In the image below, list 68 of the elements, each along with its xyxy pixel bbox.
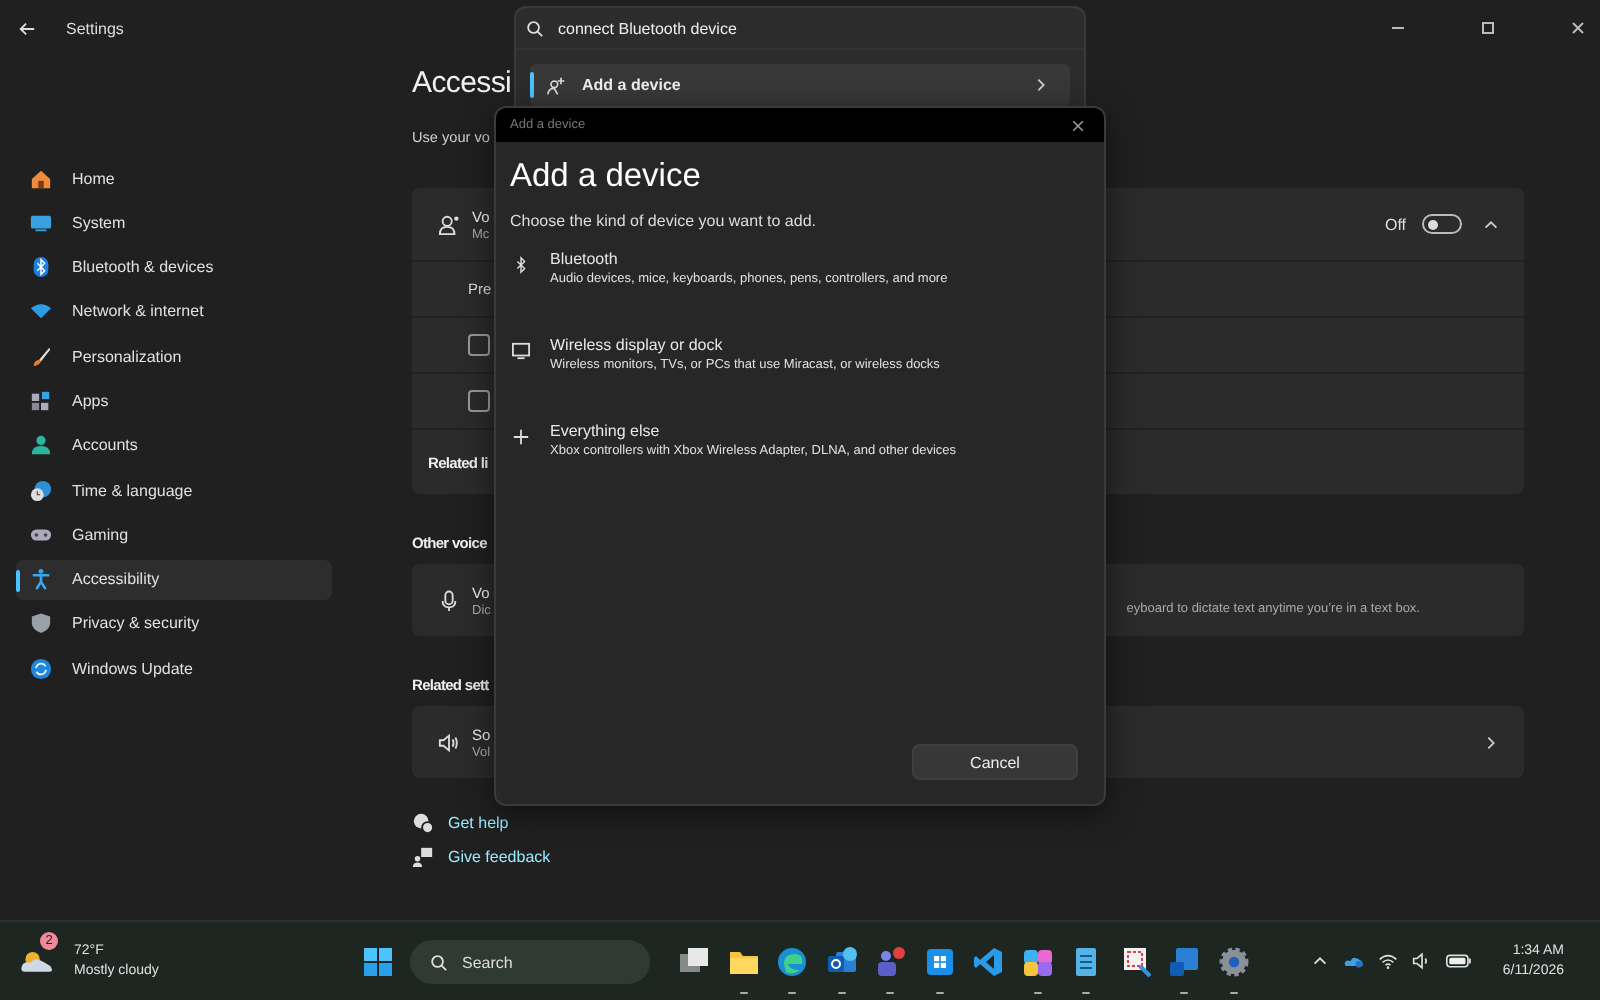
close-icon[interactable] <box>1568 18 1588 38</box>
checkbox[interactable] <box>468 390 490 412</box>
link[interactable]: Get help <box>448 814 509 832</box>
brush-icon <box>30 345 52 368</box>
windows-stack-icon <box>678 946 711 978</box>
battery-icon[interactable] <box>1446 952 1473 970</box>
bluetooth-icon <box>512 256 530 274</box>
sidebar-item[interactable]: Accounts <box>16 425 332 466</box>
colorful-app-icon <box>1021 946 1054 978</box>
dialog-heading: Add a device <box>510 158 701 196</box>
chevron-right-icon <box>1482 733 1500 751</box>
link[interactable]: Give feedback <box>448 848 551 866</box>
toggle-state-label: Off <box>1384 215 1406 233</box>
system-icon <box>30 211 52 234</box>
toggle-switch[interactable] <box>1422 214 1462 234</box>
dialog-description: Choose the kind of device you want to add. <box>510 212 816 230</box>
settings-icon <box>1217 946 1250 978</box>
maximize-icon[interactable] <box>1478 18 1498 38</box>
search-field[interactable]: connect Bluetooth device <box>516 8 1084 50</box>
page-title: Accessi <box>412 66 512 100</box>
wifi-icon[interactable] <box>1378 952 1399 970</box>
sidebar-item[interactable]: Time & language <box>16 470 332 511</box>
cloud-icon <box>20 946 56 976</box>
code-editor-icon <box>972 946 1005 978</box>
snipping-icon <box>1119 946 1152 978</box>
folder-icon <box>727 946 760 978</box>
chevron-up-icon[interactable] <box>1310 952 1331 970</box>
time-icon <box>30 479 52 502</box>
mail-icon <box>825 946 858 978</box>
cloud-icon[interactable] <box>1344 952 1365 970</box>
sidebar-item[interactable]: Windows Update <box>16 648 332 689</box>
sidebar-item[interactable]: Personalization <box>16 336 332 377</box>
checkbox[interactable] <box>468 334 490 356</box>
close-icon[interactable] <box>1070 117 1086 133</box>
sidebar-item[interactable]: System <box>16 202 332 243</box>
sidebar-item[interactable]: Privacy & security <box>16 603 332 644</box>
people-icon <box>874 946 907 978</box>
sidebar-item[interactable]: Gaming <box>16 514 332 555</box>
update-icon <box>30 657 52 680</box>
microphone-icon <box>438 589 460 611</box>
browser-icon <box>776 946 809 978</box>
search-icon <box>526 19 544 37</box>
chevron-right-icon <box>1032 76 1050 94</box>
speaker-icon[interactable] <box>1412 952 1433 970</box>
network-icon <box>30 300 52 323</box>
sidebar-item[interactable]: Accessibility <box>16 559 332 600</box>
person-icon <box>438 213 460 235</box>
search-result[interactable]: Add a device <box>530 64 1070 106</box>
bluetooth-icon <box>30 256 52 279</box>
accessibility-icon <box>30 568 52 591</box>
privacy-icon <box>30 612 52 635</box>
back-arrow-icon[interactable] <box>18 19 36 37</box>
home-icon <box>30 167 52 189</box>
feedback-icon <box>412 846 434 868</box>
accounts-icon <box>30 434 52 457</box>
plus-icon <box>512 428 530 446</box>
window-title: Settings <box>66 19 124 37</box>
cancel-button[interactable]: Cancel <box>912 744 1078 780</box>
speaker-icon <box>438 731 460 753</box>
search-icon <box>430 953 448 971</box>
sidebar-item[interactable]: Bluetooth & devices <box>16 247 332 288</box>
sidebar-item[interactable]: Home <box>16 158 332 198</box>
search-field[interactable]: Search <box>410 940 650 984</box>
sidebar-item[interactable]: Network & internet <box>16 291 332 332</box>
apps-icon <box>30 389 52 412</box>
store-icon <box>923 946 956 978</box>
sidebar-item[interactable]: Apps <box>16 380 332 421</box>
start-icon[interactable] <box>362 946 394 978</box>
